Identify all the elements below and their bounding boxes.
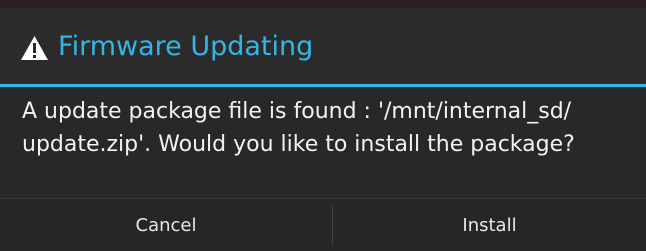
warning-icon <box>21 36 48 60</box>
firmware-update-dialog: Firmware Updating A update package file … <box>0 8 646 251</box>
dialog-message: A update package file is found : '/mnt/i… <box>22 99 575 157</box>
dialog-button-bar: Cancel Install <box>0 198 646 251</box>
cancel-button[interactable]: Cancel <box>0 199 332 251</box>
dialog-title: Firmware Updating <box>58 31 314 62</box>
title-divider <box>0 84 646 87</box>
install-button[interactable]: Install <box>333 199 646 251</box>
status-strip <box>0 0 646 8</box>
dialog-title-bar: Firmware Updating <box>0 8 646 84</box>
